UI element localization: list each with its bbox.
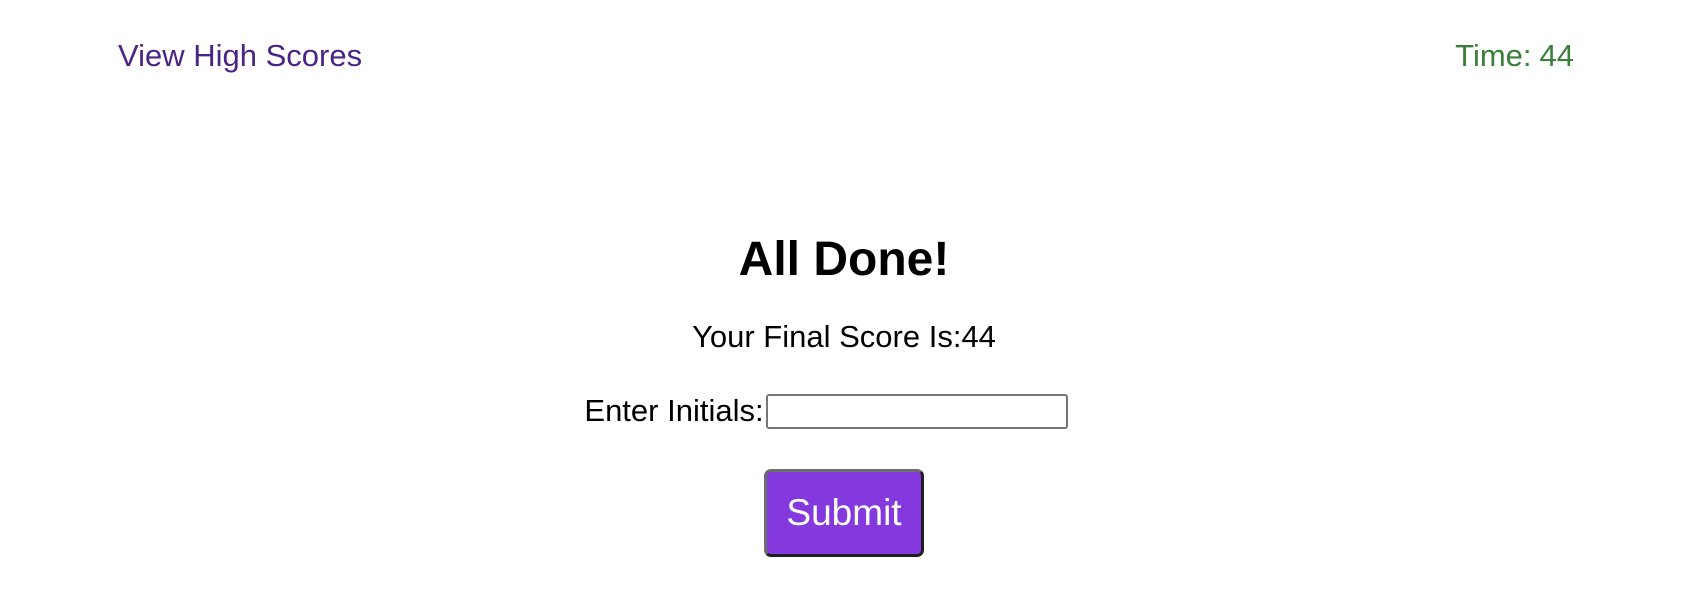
view-high-scores-link[interactable]: View High Scores: [118, 36, 362, 76]
submit-button[interactable]: Submit: [764, 469, 924, 557]
page-title: All Done!: [738, 233, 950, 286]
final-score-value: 44: [961, 319, 996, 354]
top-bar: View High Scores Time: 44: [0, 0, 1688, 110]
timer-label: Time:: [1455, 38, 1532, 73]
timer-value: 44: [1539, 38, 1574, 73]
initials-row: Enter Initials:: [0, 391, 1688, 431]
initials-label: Enter Initials:: [584, 393, 764, 428]
initials-input[interactable]: [765, 393, 1068, 429]
timer: Time: 44: [1455, 36, 1574, 76]
final-score-text: Your Final Score Is:44: [0, 317, 1688, 357]
final-score-label: Your Final Score Is:: [692, 319, 962, 354]
results-panel: All Done! Your Final Score Is:44 Enter I…: [0, 230, 1688, 557]
